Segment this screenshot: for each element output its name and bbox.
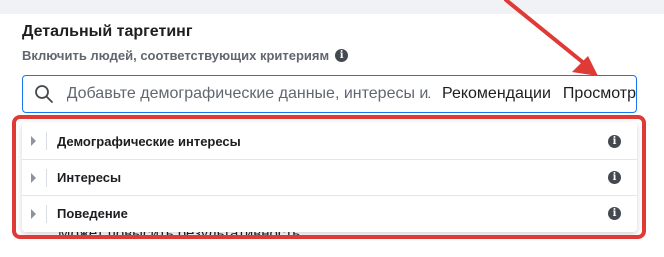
- browse-link[interactable]: Просмотр: [563, 85, 636, 103]
- section-title: Детальный таргетинг: [22, 23, 193, 40]
- info-icon[interactable]: i: [608, 171, 621, 184]
- browse-dropdown: Демографические интересы i Интересы i По…: [22, 122, 637, 232]
- chevron-right-icon[interactable]: [22, 160, 44, 196]
- search-box[interactable]: Рекомендации Просмотр: [22, 75, 637, 113]
- row-divider: [46, 204, 47, 223]
- dropdown-item-label: Демографические интересы: [57, 133, 241, 149]
- row-divider: [46, 132, 47, 150]
- dropdown-item-behaviors[interactable]: Поведение i: [22, 195, 637, 231]
- info-icon[interactable]: i: [608, 207, 621, 220]
- subtitle-text: Включить людей, соответствующих критерия…: [22, 48, 330, 63]
- chevron-right-icon[interactable]: [22, 123, 44, 159]
- row-divider: [46, 168, 47, 187]
- dropdown-item-demographics[interactable]: Демографические интересы i: [22, 123, 637, 159]
- dropdown-item-label: Поведение: [57, 206, 128, 221]
- dropdown-item-label: Интересы: [57, 170, 122, 185]
- chevron-right-icon[interactable]: [22, 196, 44, 232]
- subtitle: Включить людей, соответствующих критерия…: [22, 48, 349, 63]
- info-icon[interactable]: i: [335, 49, 349, 62]
- dropdown-item-interests[interactable]: Интересы i: [22, 159, 637, 195]
- info-icon[interactable]: i: [608, 134, 621, 148]
- search-input[interactable]: [60, 85, 430, 103]
- recommendations-link[interactable]: Рекомендации: [442, 85, 551, 103]
- search-icon: [27, 76, 61, 112]
- detailed-targeting-card: Детальный таргетинг Включить людей, соот…: [0, 0, 664, 257]
